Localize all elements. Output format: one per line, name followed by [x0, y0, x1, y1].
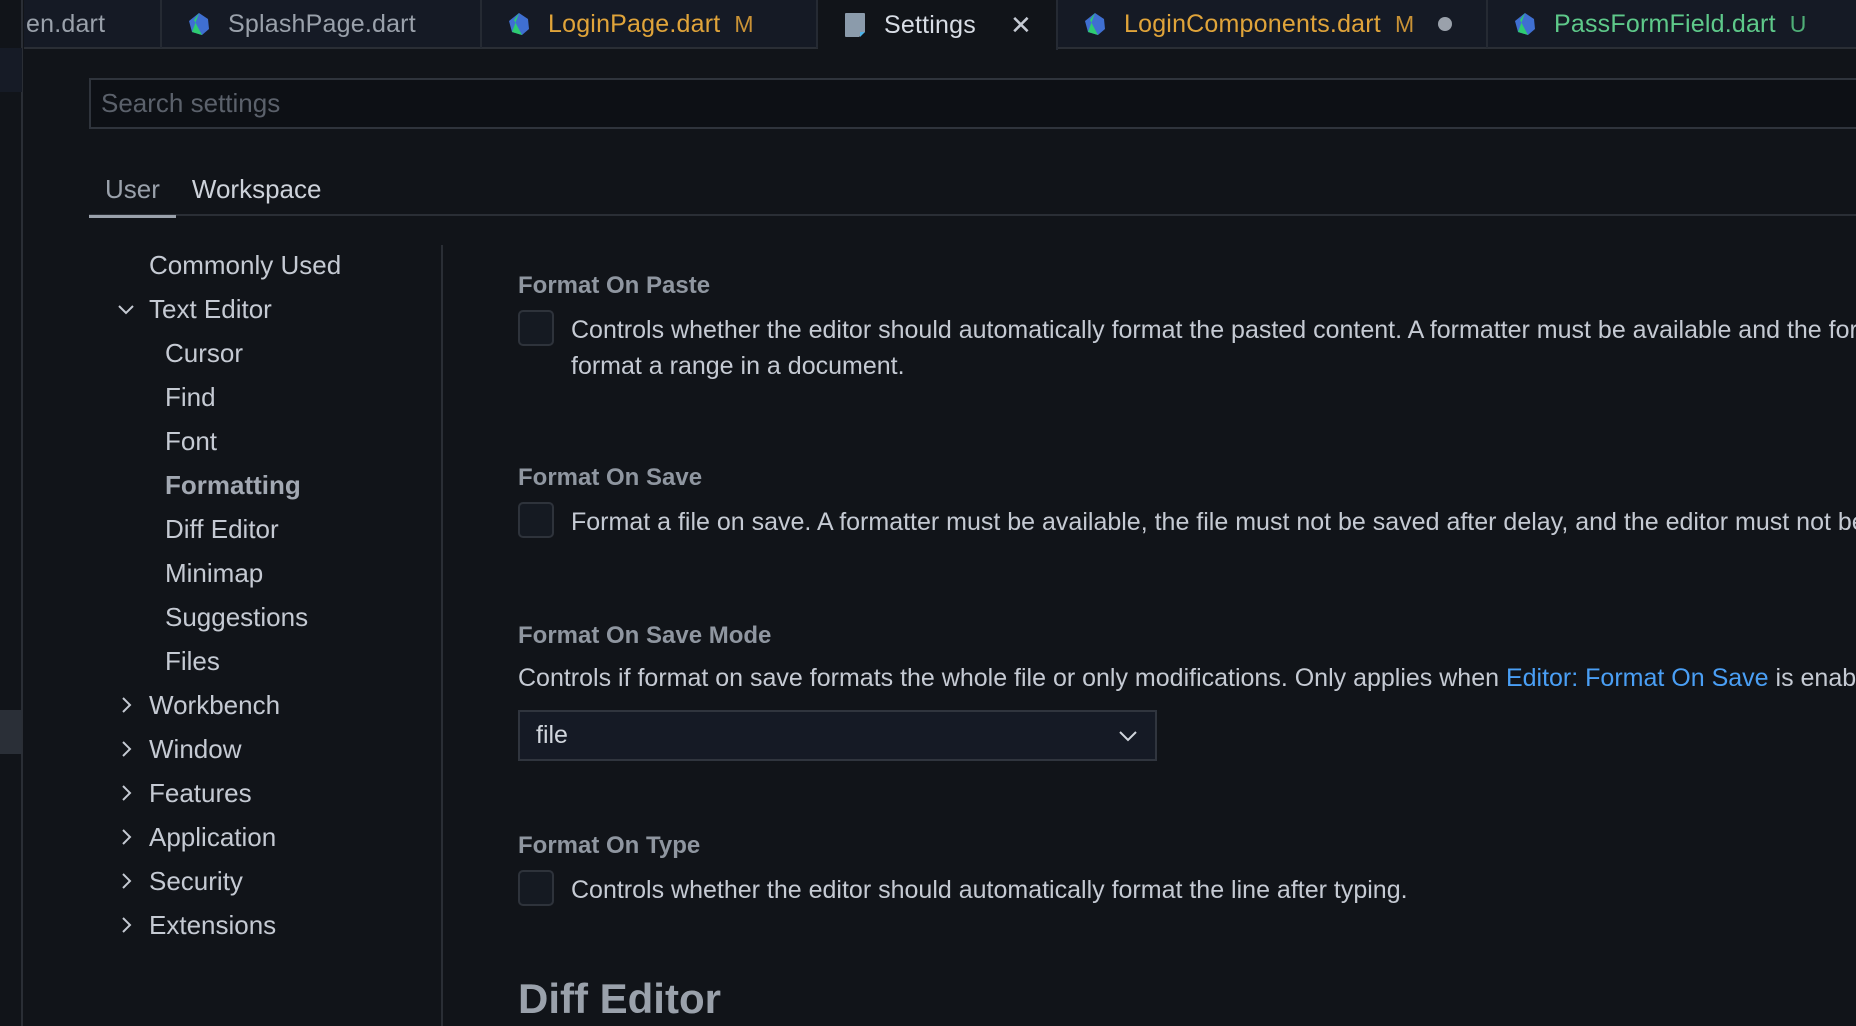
toc-item-label: Formatting — [165, 469, 301, 500]
toc-item-workbench[interactable]: Workbench — [122, 685, 281, 725]
settings-search-input[interactable] — [101, 88, 1856, 119]
toc-item-label: Commonly Used — [149, 249, 342, 280]
format-on-paste-checkbox[interactable] — [518, 310, 554, 346]
toc-item-features[interactable]: Features — [122, 773, 252, 813]
toc-item-label: Window — [149, 733, 242, 764]
chevron-right-icon[interactable] — [116, 739, 136, 759]
tab-label: en.dart — [26, 9, 106, 38]
tab-label: LoginPage.dart — [548, 9, 721, 38]
setting-format-on-save: Format On Save Format a file on save. A … — [518, 464, 1856, 540]
chevron-right-icon[interactable] — [116, 915, 136, 935]
toc-item-formatting[interactable]: Formatting — [165, 465, 301, 505]
toc-item-security[interactable]: Security — [122, 861, 243, 901]
unsaved-dot-icon[interactable] — [1438, 17, 1453, 31]
toc-item-label: Security — [149, 865, 243, 896]
setting-format-on-type: Format On Type Controls whether the edit… — [518, 832, 1856, 908]
setting-title: Format On Save Mode — [518, 622, 772, 649]
tab-en-dart[interactable]: en.dart — [24, 0, 162, 48]
format-on-save-link[interactable]: Editor: Format On Save — [1506, 664, 1769, 692]
tab-label: SplashPage.dart — [228, 9, 416, 38]
settings-search-box[interactable] — [89, 78, 1856, 129]
description-line: Controls whether the editor should autom… — [571, 316, 1856, 344]
toc-item-label: Application — [149, 821, 277, 852]
dart-icon — [509, 13, 529, 35]
dart-icon — [1085, 13, 1105, 35]
setting-title: Format On Paste — [518, 272, 711, 299]
tab-passformfield-dart[interactable]: PassFormField.dart U — [1488, 0, 1830, 48]
toc-item-commonly-used[interactable]: Commonly Used — [149, 245, 341, 285]
setting-title: Format On Save — [518, 464, 703, 491]
chevron-right-icon[interactable] — [116, 827, 136, 847]
format-on-save-mode-select[interactable]: file — [518, 710, 1157, 761]
settings-file-icon — [845, 13, 865, 37]
setting-description: Format a file on save. A formatter must … — [571, 508, 1856, 536]
toc-item-text-editor[interactable]: Text Editor — [118, 289, 272, 329]
toc-item-application[interactable]: Application — [122, 817, 277, 857]
setting-description: Controls whether the editor should autom… — [571, 312, 1856, 384]
git-modified-badge: M — [734, 10, 754, 37]
toc-item-label: Font — [165, 425, 218, 456]
tab-label: LoginComponents.dart — [1124, 9, 1381, 38]
toc-item-label: Minimap — [165, 557, 264, 588]
format-on-save-checkbox[interactable] — [518, 502, 554, 538]
activity-bar-item[interactable] — [0, 48, 22, 92]
toc-item-label: Suggestions — [165, 601, 309, 632]
section-heading-diff-editor: Diff Editor — [518, 975, 721, 1022]
toc-item-label: Text Editor — [149, 293, 272, 324]
toc-item-suggestions[interactable]: Suggestions — [165, 597, 308, 637]
toc-item-cursor[interactable]: Cursor — [165, 333, 243, 373]
setting-description: Controls if format on save formats the w… — [518, 660, 1856, 696]
toc-item-label: Features — [149, 777, 252, 808]
editor-tab-bar: en.dart SplashPage.dart LoginPage.dart M… — [24, 0, 1856, 50]
setting-format-on-paste: Format On Paste Controls whether the edi… — [518, 272, 1856, 384]
toc-item-label: Diff Editor — [165, 513, 279, 544]
tab-workspace[interactable]: Workspace — [176, 160, 338, 216]
toc-item-window[interactable]: Window — [122, 729, 242, 769]
tab-splashpage-dart[interactable]: SplashPage.dart — [162, 0, 482, 48]
git-untracked-badge: U — [1789, 10, 1807, 37]
chevron-right-icon[interactable] — [116, 695, 136, 715]
toc-item-find[interactable]: Find — [165, 377, 216, 417]
chevron-down-icon[interactable] — [116, 299, 136, 319]
tab-user[interactable]: User — [89, 160, 176, 218]
tab-loginpage-dart[interactable]: LoginPage.dart M — [482, 0, 818, 48]
settings-scope-tabs: User Workspace — [89, 160, 1856, 218]
format-on-type-checkbox[interactable] — [518, 870, 554, 906]
setting-format-on-save-mode: Format On Save Mode Controls if format o… — [518, 622, 1856, 761]
toc-item-label: Find — [165, 381, 216, 412]
toc-item-label: Extensions — [149, 909, 277, 940]
tab-settings[interactable]: Settings ✕ — [818, 0, 1058, 50]
toc-item-font[interactable]: Font — [165, 421, 217, 461]
select-value: file — [536, 721, 568, 749]
settings-content: Format On Paste Controls whether the edi… — [518, 245, 1856, 1026]
chevron-right-icon[interactable] — [116, 783, 136, 803]
setting-description: Controls whether the editor should autom… — [571, 876, 1408, 904]
setting-title: Format On Type — [518, 832, 701, 859]
dart-icon — [189, 13, 209, 35]
description-line: format a range in a document. — [571, 352, 905, 380]
settings-toc: Commonly Used Text Editor Cursor Find Fo… — [89, 245, 443, 1026]
toc-item-label: Cursor — [165, 337, 244, 368]
tab-label: PassFormField.dart — [1554, 9, 1776, 38]
toc-item-minimap[interactable]: Minimap — [165, 553, 263, 593]
toc-item-diff-editor[interactable]: Diff Editor — [165, 509, 279, 549]
description-text: is enabled. — [1775, 664, 1856, 692]
tab-label: Settings — [884, 10, 976, 39]
chevron-right-icon[interactable] — [116, 871, 136, 891]
toc-item-extensions[interactable]: Extensions — [122, 905, 277, 945]
chevron-down-icon — [1119, 730, 1137, 741]
git-modified-badge: M — [1394, 10, 1415, 37]
dart-icon — [1515, 13, 1535, 35]
activity-bar-edge — [0, 0, 23, 1026]
toc-item-label: Files — [165, 645, 220, 676]
toc-item-files[interactable]: Files — [165, 641, 220, 681]
description-text: Controls if format on save formats the w… — [518, 664, 1506, 692]
toc-item-label: Workbench — [149, 689, 281, 720]
tab-logincomponents-dart[interactable]: LoginComponents.dart M — [1058, 0, 1488, 48]
close-icon[interactable]: ✕ — [1010, 10, 1032, 41]
activity-bar-item-active[interactable] — [0, 710, 22, 754]
